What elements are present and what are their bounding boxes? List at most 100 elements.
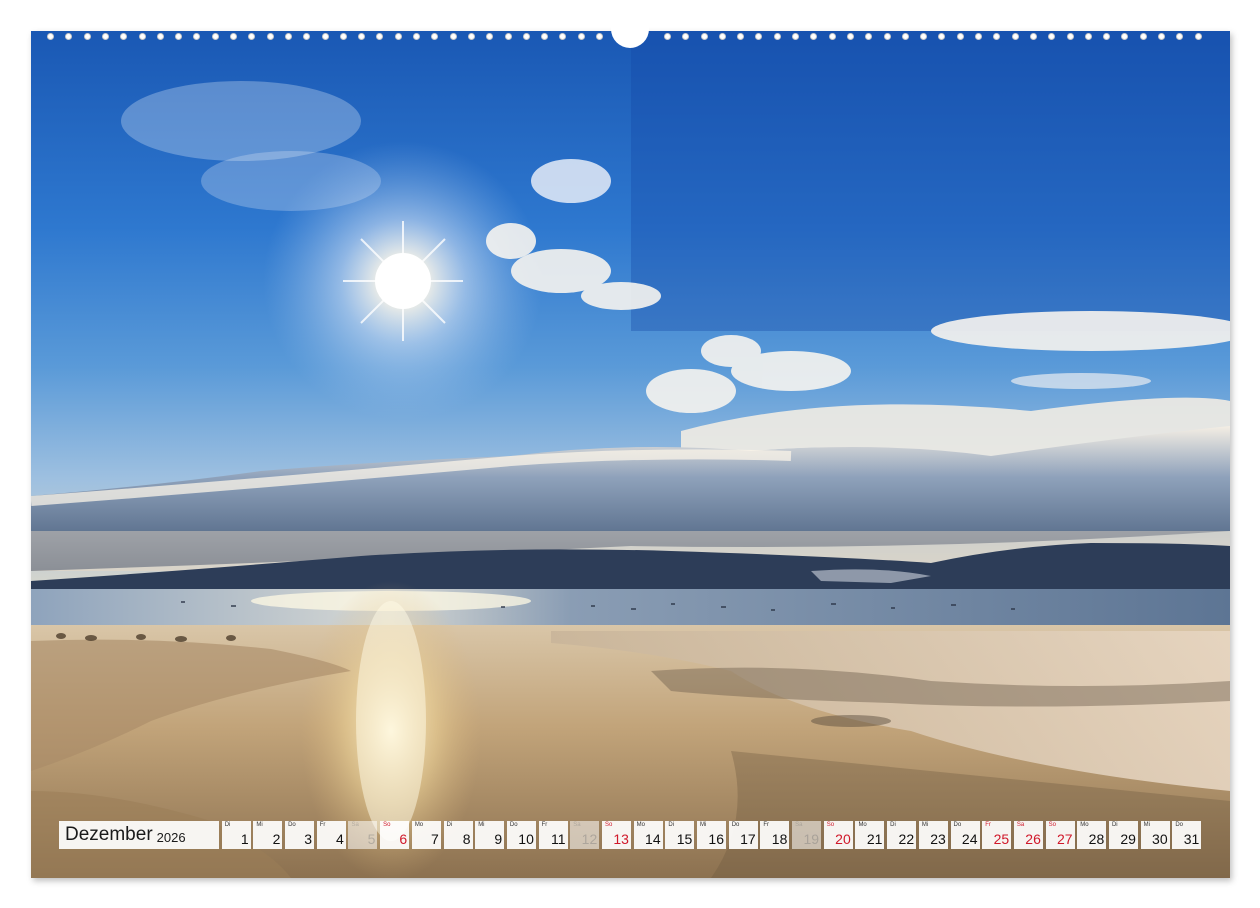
binding-ring-dot xyxy=(664,33,671,40)
binding-ring-dot xyxy=(559,33,566,40)
day-number: 29 xyxy=(1120,831,1136,847)
binding-ring-dot xyxy=(1030,33,1037,40)
binding-ring-dot xyxy=(1048,33,1055,40)
binding-ring-dot xyxy=(810,33,817,40)
binding-ring-dot xyxy=(505,33,512,40)
calendar-day: Mo 7 xyxy=(411,821,441,849)
day-number: 30 xyxy=(1152,831,1168,847)
day-number: 21 xyxy=(866,831,883,847)
calendar-strip: Dezember 2026 Di 1 Mi 2 Do 3 Fr 4 Sa 5 So 6 Mo 7 Di 8 Mi… xyxy=(59,821,1202,849)
day-number: 9 xyxy=(494,831,503,847)
binding-ring-dot xyxy=(230,33,237,40)
day-weekday: Mo xyxy=(858,822,867,828)
calendar-day: Mi 30 xyxy=(1140,821,1170,849)
binding-ring-dot xyxy=(139,33,146,40)
day-weekday: Mo xyxy=(1080,822,1089,828)
day-number: 19 xyxy=(803,831,820,847)
binding-ring-dot xyxy=(65,33,72,40)
calendar-day: Sa 19 xyxy=(792,821,822,849)
day-number: 17 xyxy=(740,831,756,847)
calendar-day: Mi 9 xyxy=(475,821,505,849)
day-weekday: Do xyxy=(509,822,518,828)
binding-ring-dot xyxy=(719,33,726,40)
binding-ring-dot xyxy=(1067,33,1074,40)
calendar-day: Di 29 xyxy=(1108,821,1138,849)
calendar-day: Fr 25 xyxy=(982,821,1012,849)
day-weekday: Mo xyxy=(414,822,424,828)
binding-ring-dot xyxy=(102,33,109,40)
day-weekday: Di xyxy=(668,822,674,828)
binding-ring-dot xyxy=(47,33,54,40)
binding-ring-dot xyxy=(957,33,964,40)
calendar-day: Do 10 xyxy=(506,821,536,849)
day-number: 12 xyxy=(581,831,598,847)
day-weekday: Sa xyxy=(1016,822,1025,828)
binding-ring-dot xyxy=(865,33,872,40)
day-number: 8 xyxy=(462,831,471,847)
calendar-day: Mi 23 xyxy=(918,821,948,849)
binding-ring-dot xyxy=(541,33,548,40)
month-label: Dezember 2026 xyxy=(59,821,219,849)
day-number: 16 xyxy=(708,831,724,847)
calendar-day: Mo 21 xyxy=(855,821,885,849)
binding-ring-dot xyxy=(84,33,91,40)
binding-ring-dot xyxy=(303,33,310,40)
binding-ring-dot xyxy=(322,33,329,40)
day-weekday: So xyxy=(1048,822,1056,828)
day-weekday: Mi xyxy=(921,822,929,828)
calendar-day: Sa 26 xyxy=(1013,821,1043,849)
day-number: 28 xyxy=(1088,831,1105,847)
binding-ring-dot xyxy=(340,33,347,40)
binding-ring-dot xyxy=(829,33,836,40)
calendar-day: Mi 16 xyxy=(697,821,726,849)
day-weekday: Fr xyxy=(763,822,770,828)
binding-ring-dot xyxy=(1140,33,1147,40)
day-number: 22 xyxy=(898,831,915,847)
binding-ring-dot xyxy=(596,33,603,40)
calendar-day: So 27 xyxy=(1045,821,1075,849)
day-number: 13 xyxy=(613,831,629,847)
day-weekday: Sa xyxy=(795,822,803,828)
binding-ring-dot xyxy=(701,33,708,40)
day-weekday: Di xyxy=(1111,822,1118,828)
binding-ring-dot xyxy=(1176,33,1183,40)
day-weekday: Fr xyxy=(319,822,326,828)
binding-ring-dot xyxy=(1158,33,1165,40)
calendar-day: Di 8 xyxy=(443,821,473,849)
month-year: 2026 xyxy=(156,829,186,845)
calendar-day: Mi 2 xyxy=(253,821,283,849)
binding-ring-dot xyxy=(1012,33,1019,40)
binding-ring-dot xyxy=(212,33,219,40)
day-weekday: Di xyxy=(224,822,231,828)
day-number: 1 xyxy=(240,831,249,847)
binding-ring-dot xyxy=(358,33,365,40)
calendar-day: So 13 xyxy=(601,821,631,849)
day-number: 24 xyxy=(961,831,978,847)
day-weekday: Di xyxy=(890,822,896,828)
calendar-day: Sa 12 xyxy=(570,821,600,849)
day-number: 31 xyxy=(1183,831,1200,847)
day-number: 27 xyxy=(1056,831,1073,847)
calendar-day: Do 24 xyxy=(950,821,980,849)
calendar-day: Sa 5 xyxy=(348,821,378,849)
day-weekday: Do xyxy=(288,822,296,828)
day-number: 3 xyxy=(304,831,313,847)
binding-ring-dot xyxy=(450,33,457,40)
day-weekday: Sa xyxy=(573,822,581,828)
day-number: 10 xyxy=(518,831,534,847)
day-weekday: Do xyxy=(953,822,962,828)
day-number: 2 xyxy=(272,831,281,847)
binding-ring-dot xyxy=(755,33,762,40)
binding-ring-dot xyxy=(682,33,689,40)
day-number: 5 xyxy=(367,831,376,847)
calendar-day: So 20 xyxy=(823,821,853,849)
day-weekday: So xyxy=(826,822,835,828)
day-weekday: Fr xyxy=(985,822,991,828)
binding-ring-dot xyxy=(792,33,799,40)
binding-ring-dot xyxy=(1085,33,1092,40)
binding-ring-dot xyxy=(938,33,945,40)
calendar-day: Di 1 xyxy=(221,821,251,849)
binding-ring-dot xyxy=(1103,33,1110,40)
binding-ring-dot xyxy=(737,33,744,40)
binding-ring-dot xyxy=(523,33,530,40)
